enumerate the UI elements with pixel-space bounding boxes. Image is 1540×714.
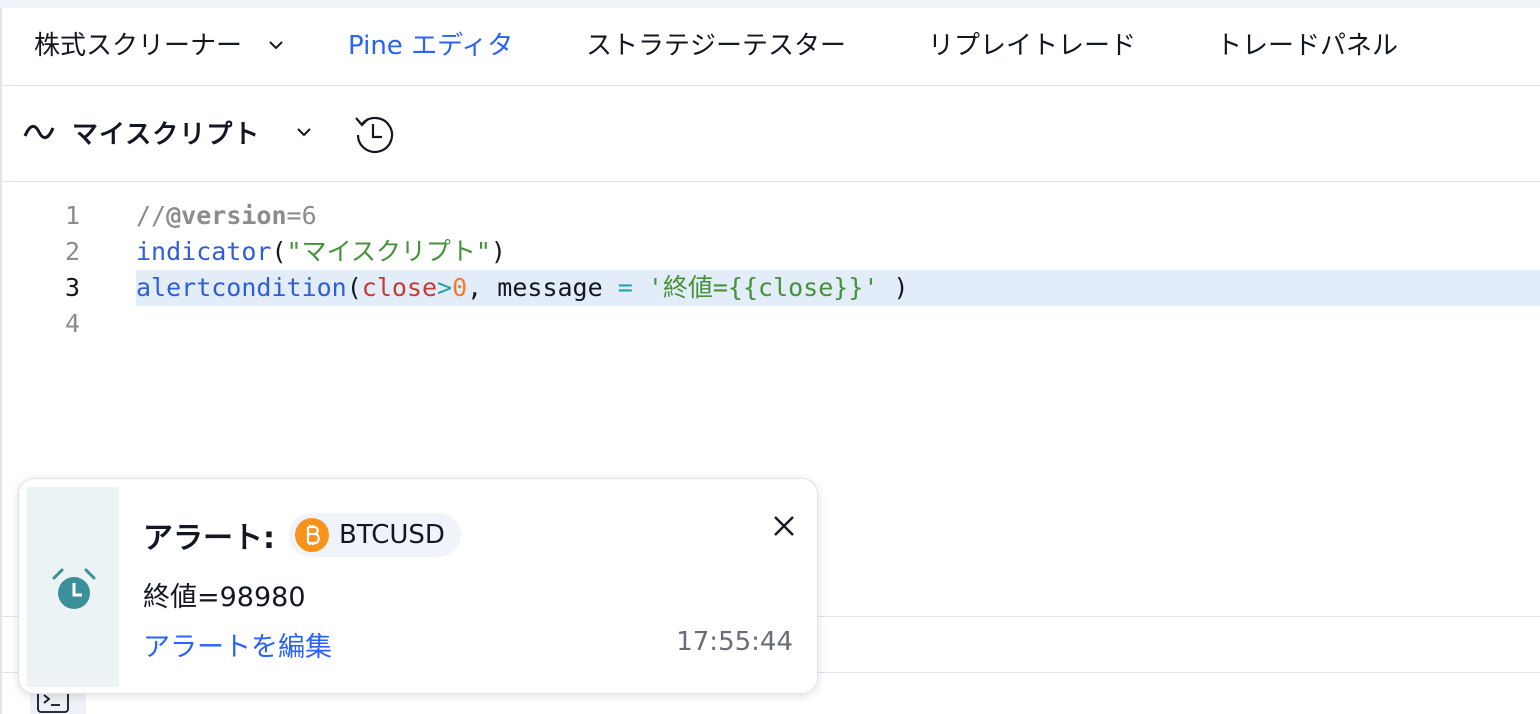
symbol-name: BTCUSD [339, 520, 445, 550]
alarm-clock-icon [52, 568, 96, 609]
code-token: // [136, 201, 167, 230]
code-token: close [361, 273, 438, 302]
chevron-down-icon[interactable] [292, 120, 316, 144]
tab-strategy-tester[interactable]: ストラテジーテスター [586, 8, 846, 86]
code-token: 0 [452, 273, 468, 302]
tab-trading-panel[interactable]: トレードパネル [1216, 8, 1398, 86]
close-icon[interactable] [767, 509, 801, 543]
code-token: @version [166, 201, 287, 230]
toast-icon-panel [27, 487, 119, 687]
script-header: マイスクリプト [2, 86, 1540, 182]
line-number: 1 [64, 201, 80, 230]
code-token: ( [271, 237, 287, 266]
code-token: ) [490, 237, 506, 266]
alert-toast: アラート: BTCUSD 終値=98980 アラートを編集 17:55:44 [18, 478, 818, 694]
tab-label: 株式スクリーナー [34, 31, 243, 61]
code-token: ) [878, 273, 909, 302]
code-token: indicator [136, 237, 272, 266]
code-token: ( [346, 273, 362, 302]
line-number: 4 [64, 309, 80, 338]
line-number: 3 [64, 273, 80, 302]
code-token: , [467, 273, 483, 302]
bitcoin-icon [295, 518, 329, 552]
line-number: 2 [64, 237, 80, 266]
tab-stock-screener[interactable]: 株式スクリーナー [34, 8, 288, 86]
alert-message: 終値=98980 [143, 582, 306, 613]
tab-replay-trading[interactable]: リプレイトレード [928, 8, 1136, 86]
code-token: '終値={{close}}' [632, 273, 879, 302]
code-token: = [617, 273, 633, 302]
history-icon[interactable] [352, 110, 398, 156]
alert-title: アラート: [143, 521, 275, 556]
alert-time: 17:55:44 [676, 627, 793, 657]
chevron-down-icon[interactable] [264, 33, 288, 57]
bottom-panel-tabbar: 株式スクリーナー Pine エディタ ストラテジーテスター リプレイトレード ト… [2, 8, 1540, 86]
edit-alert-link[interactable]: アラートを編集 [143, 625, 332, 664]
wave-icon [23, 125, 55, 139]
code-token: = [286, 201, 302, 230]
code-line-2: 2 indicator("マイスクリプト") [2, 234, 1540, 270]
code-line-3: 3 alertcondition(close>0, message = '終値=… [2, 270, 1540, 306]
symbol-pill[interactable]: BTCUSD [289, 513, 461, 557]
code-line-4: 4 [2, 306, 1540, 342]
top-strip [0, 0, 1540, 8]
tab-pine-editor[interactable]: Pine エディタ [348, 8, 513, 86]
code-token: > [437, 273, 453, 302]
code-token: 6 [301, 201, 317, 230]
code-token: alertcondition [136, 273, 347, 302]
code-token: message [482, 273, 618, 302]
code-token: "マイスクリプト" [286, 237, 491, 266]
script-title[interactable]: マイスクリプト [72, 114, 260, 151]
code-line-1: 1 //@version=6 [2, 198, 1540, 234]
